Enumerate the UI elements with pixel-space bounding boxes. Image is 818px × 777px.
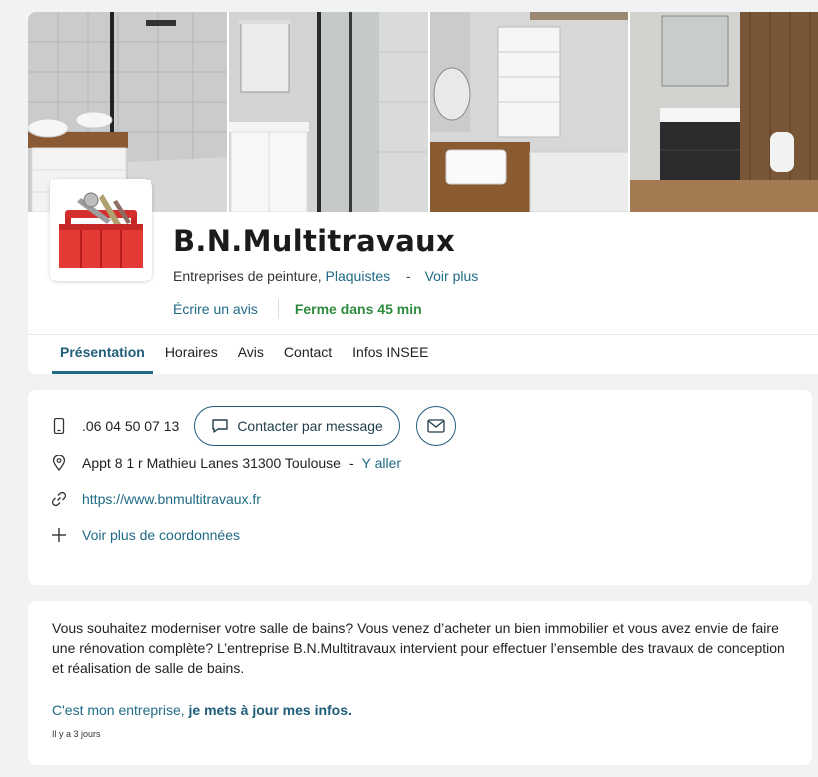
category-secondary-link[interactable]: Plaquistes [326,268,391,284]
phone-row: .06 04 50 07 13 Contacter par message [50,406,456,446]
see-more-categories-link[interactable]: Voir plus [425,268,479,284]
business-categories: Entreprises de peinture, Plaquistes - Vo… [173,268,478,284]
update-info-link[interactable]: je mets à jour mes infos. [189,702,352,718]
categories-separator: - [406,268,411,284]
write-review-link[interactable]: Écrire un avis [173,301,258,317]
business-name: B.N.Multitravaux [173,224,456,258]
description-card: Vous souhaitez moderniser votre salle de… [28,601,812,765]
directions-link[interactable]: Y aller [362,455,401,471]
tab-contact[interactable]: Contact [276,334,340,374]
actions-divider [277,299,279,319]
contact-message-label: Contacter par message [237,418,383,434]
gallery-photo-2[interactable] [229,12,428,212]
business-logo [50,179,152,281]
tab-presentation[interactable]: Présentation [52,334,153,374]
category-primary: Entreprises de peinture, [173,268,322,284]
website-row: https://www.bnmultitravaux.fr [50,490,261,508]
email-button[interactable] [415,406,456,446]
chat-bubble-icon [212,419,229,433]
gallery-photo-4[interactable] [629,12,818,212]
envelope-icon [427,419,445,433]
last-updated: Il y a 3 jours [52,729,101,739]
website-link[interactable]: https://www.bnmultitravaux.fr [82,491,261,507]
link-icon [50,490,68,508]
address-row: Appt 8 1 r Mathieu Lanes 31300 Toulouse … [50,454,401,472]
business-description: Vous souhaitez moderniser votre salle de… [52,620,785,676]
contact-card: .06 04 50 07 13 Contacter par message Ap… [28,390,812,585]
owner-claim: C'est mon entreprise, je mets à jour mes… [52,702,352,718]
toolbox-icon [51,180,151,280]
phone-number[interactable]: .06 04 50 07 13 [82,418,179,434]
tab-bar: Présentation Horaires Avis Contact Infos… [52,334,440,374]
business-header-card: B.N.Multitravaux Entreprises de peinture… [28,12,818,374]
mobile-phone-icon [50,417,68,435]
more-details-row[interactable]: Voir plus de coordonnées [50,526,240,544]
owner-claim-prefix: C'est mon entreprise, [52,702,185,718]
tab-avis[interactable]: Avis [230,334,272,374]
address-text: Appt 8 1 r Mathieu Lanes 31300 Toulouse [82,455,341,471]
more-details-link[interactable]: Voir plus de coordonnées [82,527,240,543]
address-separator: - [348,455,354,471]
opening-status[interactable]: Ferme dans 45 min [295,301,422,317]
tab-horaires[interactable]: Horaires [157,334,226,374]
contact-message-button[interactable]: Contacter par message [194,406,400,446]
map-pin-icon [50,454,68,472]
gallery-photo-3[interactable] [429,12,628,212]
business-actions: Écrire un avis Ferme dans 45 min [173,299,422,319]
tab-infos-insee[interactable]: Infos INSEE [344,334,436,374]
plus-icon [50,526,68,544]
